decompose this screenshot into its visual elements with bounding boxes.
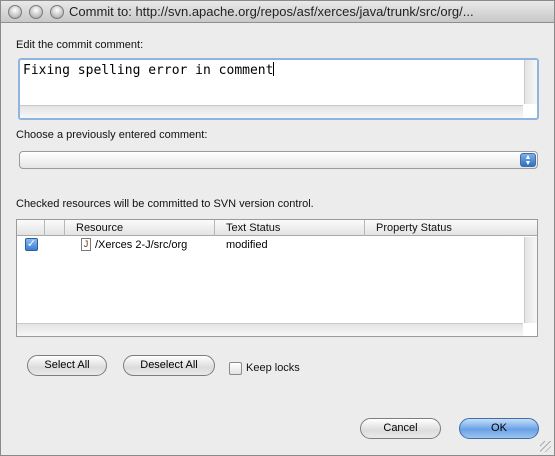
comment-horizontal-scrollbar[interactable] bbox=[20, 105, 523, 118]
deselect-all-button[interactable]: Deselect All bbox=[123, 355, 215, 376]
table-row[interactable]: ✓ J /Xerces 2-J/src/org modified bbox=[17, 237, 523, 254]
text-caret bbox=[273, 62, 275, 76]
row-text-status: modified bbox=[226, 239, 268, 251]
column-icon[interactable] bbox=[45, 220, 65, 236]
cancel-button[interactable]: Cancel bbox=[360, 418, 441, 439]
dropdown-arrows-icon[interactable]: ▲ ▼ bbox=[520, 153, 536, 167]
select-all-button[interactable]: Select All bbox=[27, 355, 107, 376]
ok-button[interactable]: OK bbox=[459, 418, 539, 439]
commit-dialog: Commit to: http://svn.apache.org/repos/a… bbox=[0, 0, 555, 456]
java-file-icon: J bbox=[81, 238, 91, 251]
resources-table: Resource Text Status Property Status ✓ J… bbox=[16, 219, 538, 337]
comment-label: Edit the commit comment: bbox=[16, 39, 144, 51]
column-text-status[interactable]: Text Status bbox=[215, 220, 365, 236]
previous-comment-dropdown[interactable]: ▲ ▼ bbox=[19, 151, 538, 169]
commit-comment-textarea[interactable]: Fixing spelling error in comment bbox=[18, 58, 539, 120]
row-resource: /Xerces 2-J/src/org bbox=[95, 239, 188, 251]
table-header: Resource Text Status Property Status bbox=[17, 220, 537, 236]
resources-label: Checked resources will be committed to S… bbox=[16, 198, 314, 210]
commit-comment-text-area[interactable]: Fixing spelling error in comment bbox=[21, 61, 523, 104]
keep-locks-checkbox[interactable] bbox=[229, 362, 242, 375]
table-vertical-scrollbar[interactable] bbox=[524, 237, 537, 323]
table-horizontal-scrollbar[interactable] bbox=[17, 323, 523, 336]
previous-comment-label: Choose a previously entered comment: bbox=[16, 129, 208, 141]
commit-comment-value: Fixing spelling error in comment bbox=[23, 63, 274, 78]
window-title: Commit to: http://svn.apache.org/repos/a… bbox=[69, 4, 474, 19]
comment-vertical-scrollbar[interactable] bbox=[524, 60, 537, 104]
minimize-window-icon[interactable] bbox=[29, 5, 43, 19]
keep-locks-label[interactable]: Keep locks bbox=[246, 362, 300, 374]
title-bar[interactable]: Commit to: http://svn.apache.org/repos/a… bbox=[1, 1, 554, 23]
column-property-status[interactable]: Property Status bbox=[365, 220, 525, 236]
close-window-icon[interactable] bbox=[8, 5, 22, 19]
zoom-window-icon[interactable] bbox=[50, 5, 64, 19]
column-resource[interactable]: Resource bbox=[65, 220, 215, 236]
column-check[interactable] bbox=[17, 220, 45, 236]
resize-grip-icon[interactable] bbox=[540, 441, 551, 452]
row-checked-checkbox[interactable]: ✓ bbox=[25, 238, 38, 251]
